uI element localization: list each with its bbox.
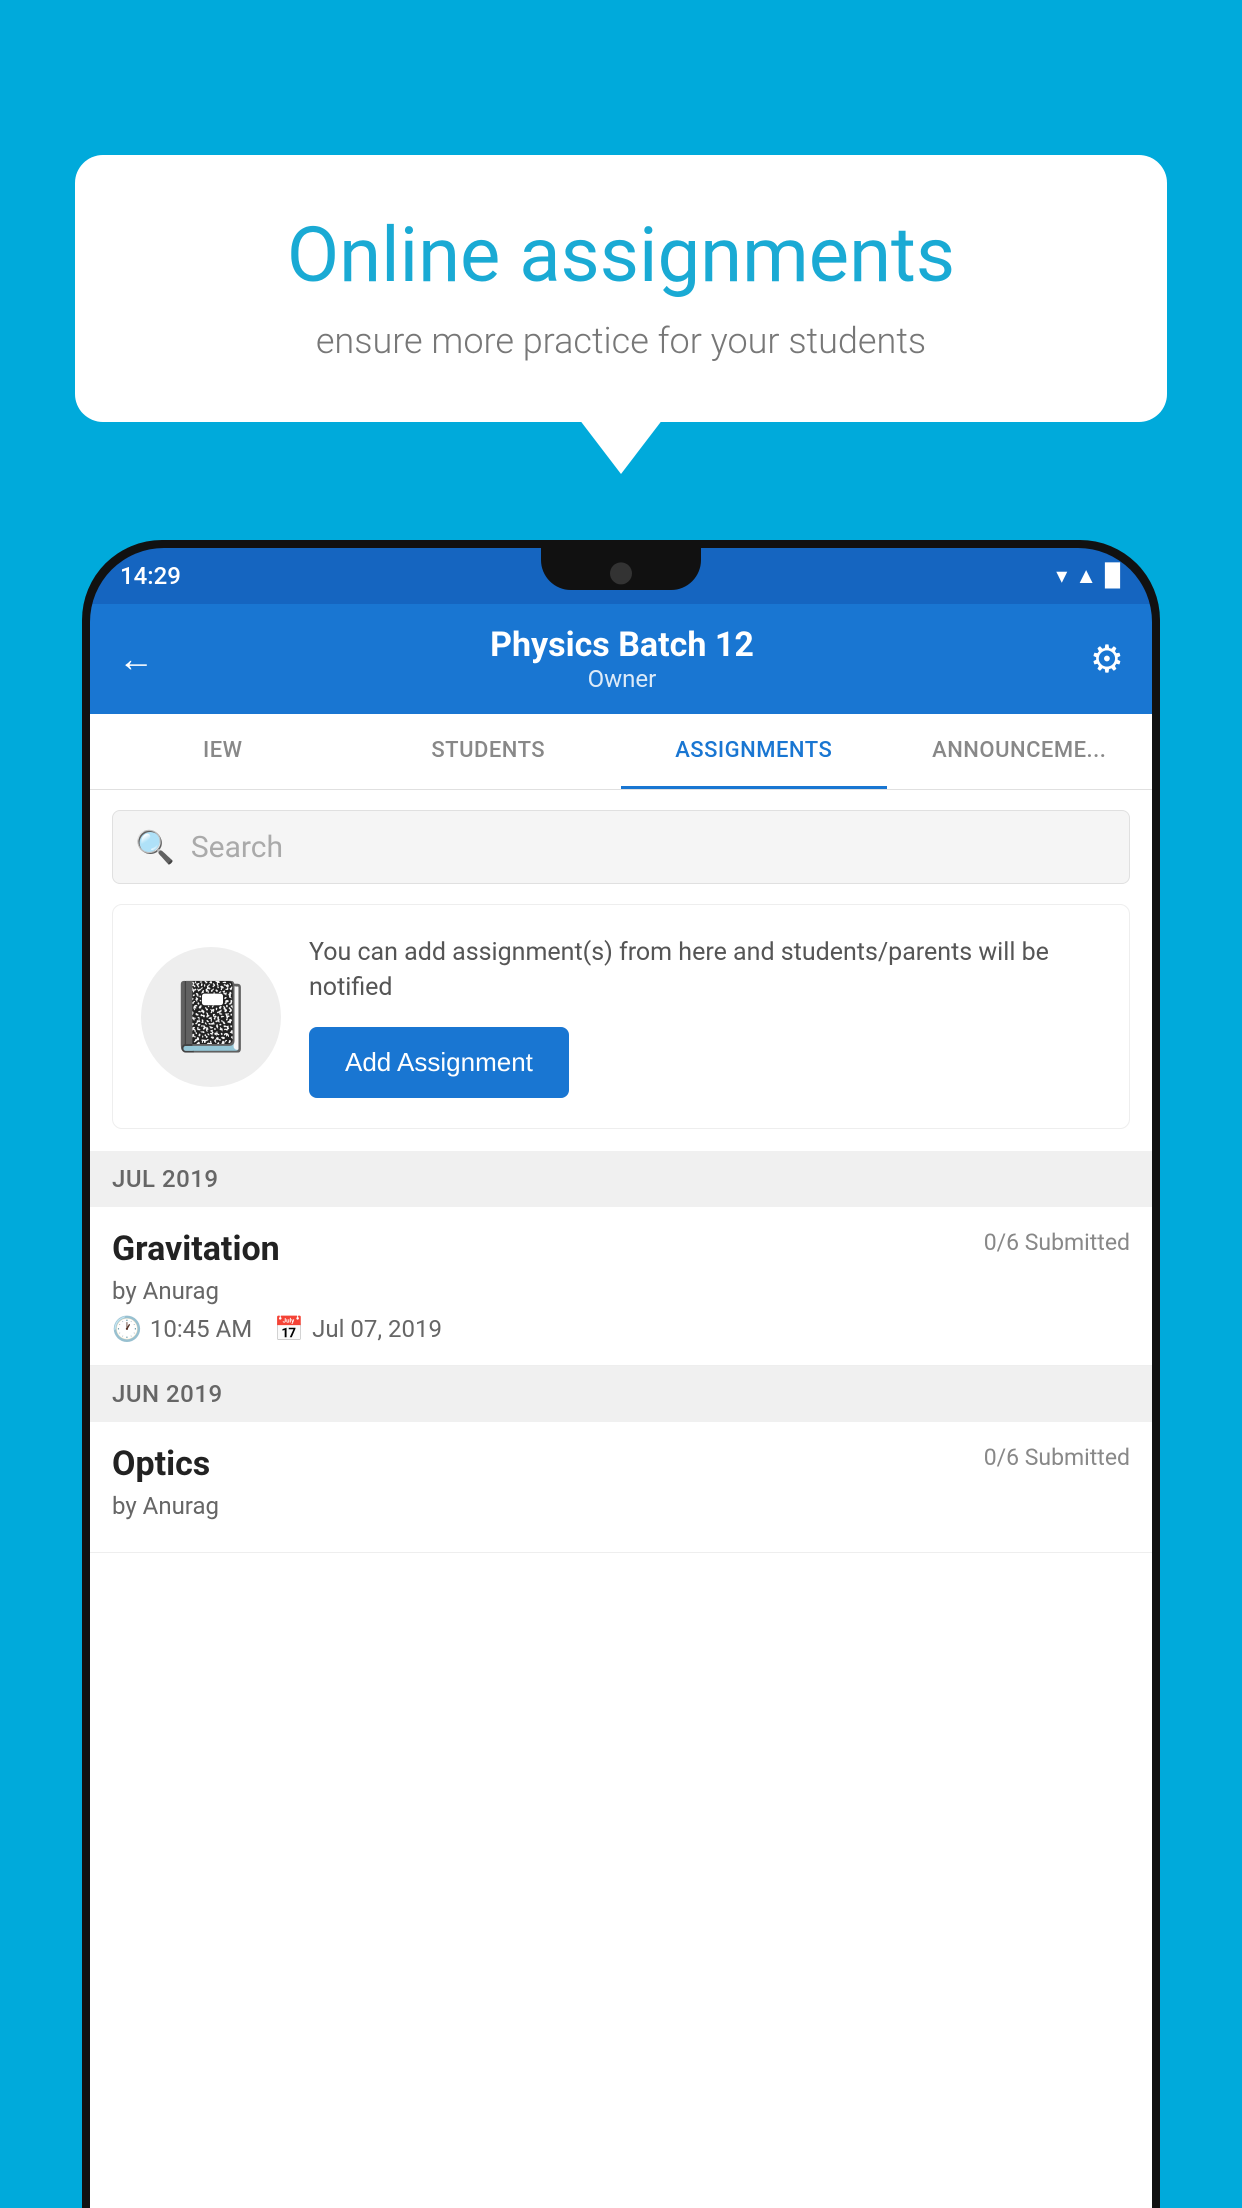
battery-icon: ▉ [1105,564,1122,589]
notebook-icon-wrap: 📓 [141,947,281,1087]
assignment-gravitation[interactable]: Gravitation 0/6 Submitted by Anurag 🕐 10… [90,1207,1152,1366]
assignment-name-optics: Optics [112,1444,210,1484]
back-button[interactable]: ← [118,638,154,680]
header-title: Physics Batch 12 [490,625,754,665]
assignment-optics[interactable]: Optics 0/6 Submitted by Anurag [90,1422,1152,1553]
assignment-meta-gravitation: 🕐 10:45 AM 📅 Jul 07, 2019 [112,1315,1130,1343]
assignment-by-gravitation: by Anurag [112,1277,1130,1305]
add-assignment-button[interactable]: Add Assignment [309,1027,569,1098]
assignment-top: Gravitation 0/6 Submitted [112,1229,1130,1269]
search-placeholder: Search [191,830,283,865]
clock-icon: 🕐 [112,1315,142,1343]
header-center: Physics Batch 12 Owner [490,625,754,693]
info-card: 📓 You can add assignment(s) from here an… [112,904,1130,1129]
settings-button[interactable]: ⚙ [1090,637,1124,682]
section-jul-2019: JUL 2019 [90,1151,1152,1207]
tab-assignments[interactable]: ASSIGNMENTS [621,714,887,789]
speech-bubble: Online assignments ensure more practice … [75,155,1167,422]
assignment-by-optics: by Anurag [112,1492,1130,1520]
assignment-name-gravitation: Gravitation [112,1229,280,1269]
status-icons: ▾ ▲ ▉ [1056,563,1122,589]
search-bar[interactable]: 🔍 Search [112,810,1130,884]
time-value: 10:45 AM [150,1315,252,1343]
phone-inner: 14:29 ▾ ▲ ▉ ← Physics Batch 12 Owner ⚙ I… [90,548,1152,2208]
date-value: Jul 07, 2019 [312,1315,442,1343]
submitted-badge-gravitation: 0/6 Submitted [984,1229,1130,1256]
info-card-text: You can add assignment(s) from here and … [309,935,1101,1005]
app-header: ← Physics Batch 12 Owner ⚙ [90,604,1152,714]
notch [541,548,701,590]
bubble-subtitle: ensure more practice for your students [140,320,1102,362]
section-jun-2019: JUN 2019 [90,1366,1152,1422]
assignment-top-optics: Optics 0/6 Submitted [112,1444,1130,1484]
meta-time: 🕐 10:45 AM [112,1315,252,1343]
screen-content: 🔍 Search 📓 You can add assignment(s) fro… [90,790,1152,2208]
submitted-badge-optics: 0/6 Submitted [984,1444,1130,1471]
bubble-title: Online assignments [140,210,1102,300]
tab-announcements[interactable]: ANNOUNCEME... [887,714,1153,789]
meta-date: 📅 Jul 07, 2019 [274,1315,442,1343]
tab-students[interactable]: STUDENTS [356,714,622,789]
camera [610,562,632,584]
speech-bubble-container: Online assignments ensure more practice … [75,155,1167,422]
status-time: 14:29 [120,562,181,590]
header-subtitle: Owner [490,665,754,693]
search-icon: 🔍 [135,828,175,866]
tab-iew[interactable]: IEW [90,714,356,789]
wifi-icon: ▾ [1056,564,1067,589]
tabs-bar: IEW STUDENTS ASSIGNMENTS ANNOUNCEME... [90,714,1152,790]
notebook-icon: 📓 [169,977,254,1057]
phone-frame: 14:29 ▾ ▲ ▉ ← Physics Batch 12 Owner ⚙ I… [82,540,1160,2208]
info-card-right: You can add assignment(s) from here and … [309,935,1101,1098]
signal-icon: ▲ [1075,563,1097,589]
calendar-icon: 📅 [274,1315,304,1343]
